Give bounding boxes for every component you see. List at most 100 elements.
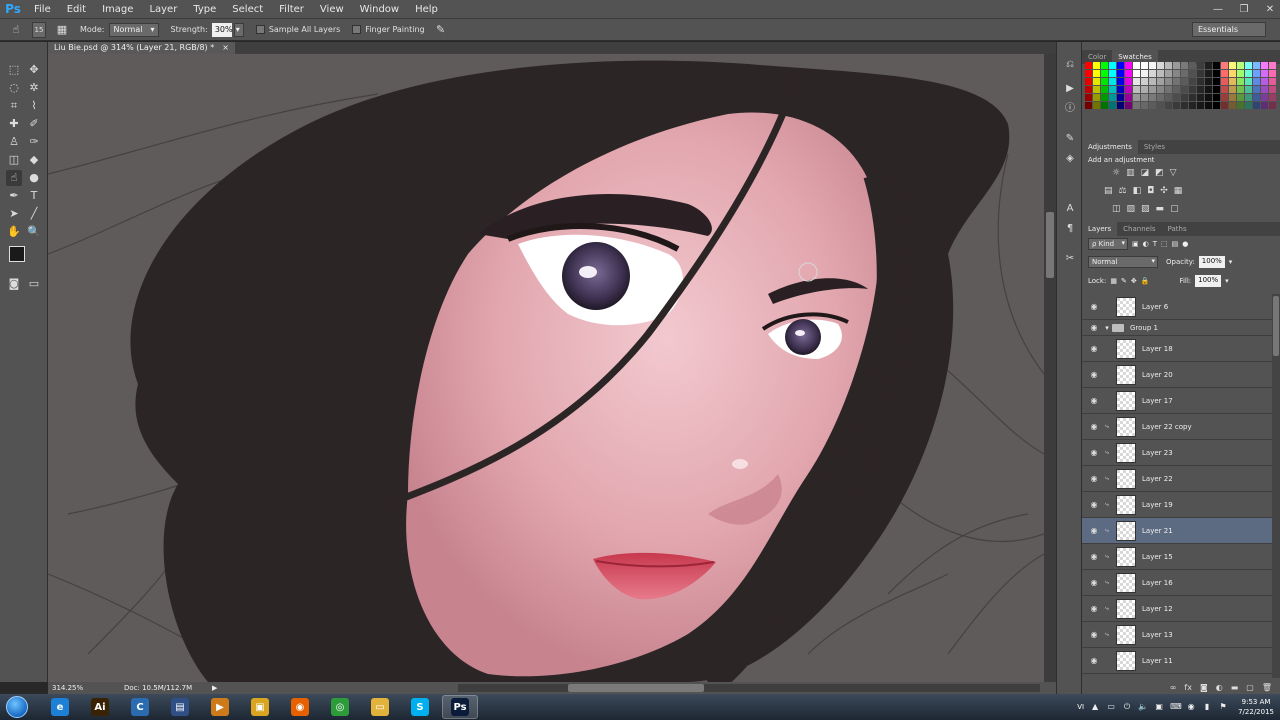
taskbar-ccleaner[interactable]: C — [122, 695, 158, 719]
opacity-dropdown-icon[interactable]: ▾ — [1229, 258, 1233, 266]
screen-mode-icon[interactable]: ▭ — [26, 276, 42, 292]
swatch[interactable] — [1245, 62, 1252, 69]
layer-row[interactable]: ◉ ⤷ Layer 15 — [1082, 544, 1272, 570]
swatch[interactable] — [1101, 94, 1108, 101]
swatch[interactable] — [1141, 86, 1148, 93]
swatch[interactable] — [1189, 102, 1196, 109]
taskbar-media[interactable]: ▶ — [202, 695, 238, 719]
swatch[interactable] — [1253, 102, 1260, 109]
layer-row[interactable]: ◉ Layer 20 — [1082, 362, 1272, 388]
filter-adjustment-icon[interactable]: ◐ — [1143, 240, 1149, 248]
brightness-icon[interactable]: ☼ — [1112, 168, 1120, 178]
swatch[interactable] — [1269, 78, 1276, 85]
visibility-eye-icon[interactable]: ◉ — [1086, 552, 1102, 561]
blend-mode-select[interactable]: Normal — [1088, 256, 1158, 268]
swatch[interactable] — [1181, 102, 1188, 109]
swatch[interactable] — [1173, 94, 1180, 101]
zoom-tool-icon[interactable]: 🔍 — [26, 224, 42, 240]
swatch[interactable] — [1189, 86, 1196, 93]
layer-thumbnail[interactable] — [1116, 390, 1136, 411]
swatch[interactable] — [1101, 78, 1108, 85]
swatch[interactable] — [1149, 78, 1156, 85]
taskbar-ie[interactable]: e — [42, 695, 78, 719]
taskbar-network[interactable]: ▤ — [162, 695, 198, 719]
layer-thumbnail[interactable] — [1116, 520, 1136, 541]
menu-select[interactable]: Select — [224, 0, 271, 19]
menu-image[interactable]: Image — [94, 0, 141, 19]
tray-flag-icon[interactable]: ⚑ — [1218, 702, 1228, 712]
layer-thumbnail[interactable] — [1116, 624, 1136, 645]
swatch[interactable] — [1237, 78, 1244, 85]
swatch[interactable] — [1117, 86, 1124, 93]
pressure-icon[interactable]: ✎ — [431, 22, 451, 38]
eraser-icon[interactable]: ◫ — [6, 152, 22, 168]
hue-saturation-icon[interactable]: ▤ — [1104, 186, 1113, 196]
swatch[interactable] — [1117, 94, 1124, 101]
taskbar-firefox[interactable]: ◉ — [282, 695, 318, 719]
swatch[interactable] — [1085, 102, 1092, 109]
swatch[interactable] — [1221, 70, 1228, 77]
taskbar-chrome[interactable]: ◎ — [322, 695, 358, 719]
swatch[interactable] — [1093, 86, 1100, 93]
strength-input[interactable]: 30% — [211, 22, 233, 37]
swatch[interactable] — [1213, 62, 1220, 69]
swatch[interactable] — [1117, 70, 1124, 77]
taskbar-explorer[interactable]: ▭ — [362, 695, 398, 719]
swatch[interactable] — [1125, 86, 1132, 93]
vertical-scroll-thumb[interactable] — [1046, 212, 1054, 278]
invert-icon[interactable]: ◫ — [1112, 204, 1121, 214]
swatch[interactable] — [1181, 94, 1188, 101]
layer-thumbnail[interactable] — [1116, 338, 1136, 359]
visibility-eye-icon[interactable]: ◉ — [1086, 396, 1102, 405]
marquee-tool-icon[interactable]: ⬚ — [6, 62, 22, 78]
swatch[interactable] — [1133, 78, 1140, 85]
swatch[interactable] — [1093, 70, 1100, 77]
selective-color-icon[interactable]: ▢ — [1170, 204, 1179, 214]
swatch[interactable] — [1181, 86, 1188, 93]
swatch[interactable] — [1269, 62, 1276, 69]
layers-scroll-thumb[interactable] — [1273, 296, 1279, 356]
color-balance-icon[interactable]: ⚖ — [1119, 186, 1127, 196]
swatch[interactable] — [1237, 86, 1244, 93]
filter-shape-icon[interactable]: ⬚ — [1161, 240, 1168, 248]
swatch[interactable] — [1213, 102, 1220, 109]
language-indicator[interactable]: VI — [1077, 703, 1084, 711]
swatch[interactable] — [1229, 102, 1236, 109]
visibility-eye-icon[interactable]: ◉ — [1086, 526, 1102, 535]
layer-thumbnail[interactable] — [1116, 572, 1136, 593]
lock-position-icon[interactable]: ✥ — [1131, 277, 1137, 285]
document-tab-close-icon[interactable]: × — [222, 42, 229, 54]
fill-input[interactable]: 100% — [1195, 275, 1222, 287]
move-tool-icon[interactable]: ✥ — [26, 62, 42, 78]
clock[interactable]: 9:53 AM 7/22/2015 — [1238, 697, 1274, 717]
swatch[interactable] — [1245, 102, 1252, 109]
swatch[interactable] — [1085, 70, 1092, 77]
swatch[interactable] — [1117, 62, 1124, 69]
swatch[interactable] — [1141, 102, 1148, 109]
line-tool-icon[interactable]: ╱ — [26, 206, 42, 222]
swatch[interactable] — [1133, 94, 1140, 101]
swatch[interactable] — [1197, 62, 1204, 69]
swatch[interactable] — [1261, 94, 1268, 101]
sample-all-layers-checkbox[interactable] — [255, 25, 265, 34]
swatch[interactable] — [1093, 94, 1100, 101]
layer-row[interactable]: ◉ ⤷ Layer 16 — [1082, 570, 1272, 596]
swatch[interactable] — [1237, 62, 1244, 69]
visibility-eye-icon[interactable]: ◉ — [1086, 500, 1102, 509]
swatch[interactable] — [1157, 62, 1164, 69]
document-tab[interactable]: Liu Bie.psd @ 314% (Layer 21, RGB/8) * × — [48, 42, 235, 54]
swatch[interactable] — [1125, 78, 1132, 85]
visibility-eye-icon[interactable]: ◉ — [1086, 448, 1102, 457]
swatch[interactable] — [1141, 62, 1148, 69]
close-icon[interactable]: ✕ — [1264, 4, 1276, 16]
swatch[interactable] — [1101, 62, 1108, 69]
menu-layer[interactable]: Layer — [141, 0, 185, 19]
horizontal-scroll-thumb[interactable] — [568, 684, 704, 692]
layer-kind-filter[interactable]: ρ Kind — [1088, 238, 1128, 250]
mode-select[interactable]: Normal — [108, 22, 159, 37]
exposure-icon[interactable]: ◩ — [1155, 168, 1164, 178]
swatch[interactable] — [1141, 78, 1148, 85]
strength-slider-toggle[interactable] — [233, 22, 244, 37]
vibrance-icon[interactable]: ▽ — [1170, 168, 1177, 178]
swatch[interactable] — [1221, 94, 1228, 101]
